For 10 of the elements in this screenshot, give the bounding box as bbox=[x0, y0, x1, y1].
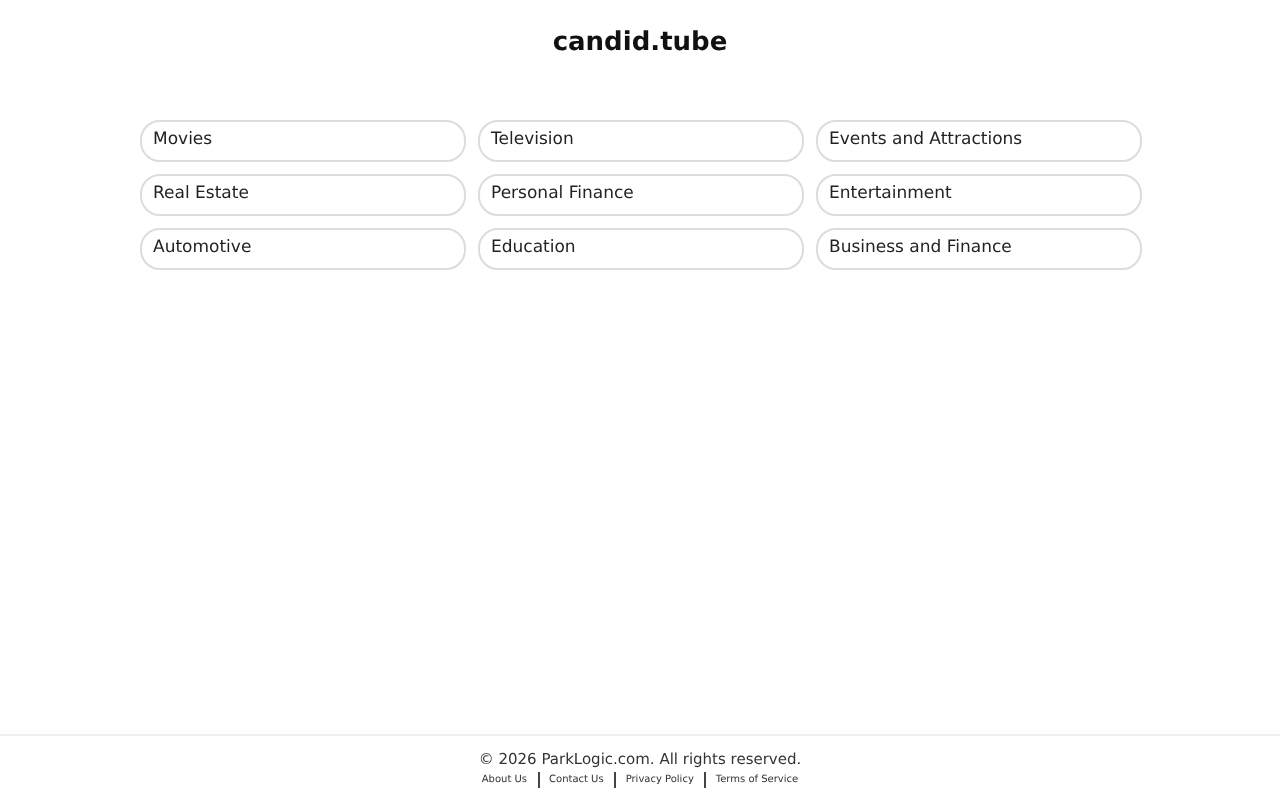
category-link[interactable]: Business and Finance bbox=[815, 228, 1141, 270]
category-link[interactable]: Movies bbox=[139, 120, 465, 162]
category-link[interactable]: Automotive bbox=[139, 228, 465, 270]
category-link[interactable]: Entertainment bbox=[815, 174, 1141, 216]
category-link[interactable]: Personal Finance bbox=[477, 174, 803, 216]
category-link[interactable]: Television bbox=[477, 120, 803, 162]
category-link[interactable]: Real Estate bbox=[139, 174, 465, 216]
category-link[interactable]: Education bbox=[477, 228, 803, 270]
category-link[interactable]: Events and Attractions bbox=[815, 120, 1141, 162]
site-title: candid.tube bbox=[552, 28, 728, 60]
